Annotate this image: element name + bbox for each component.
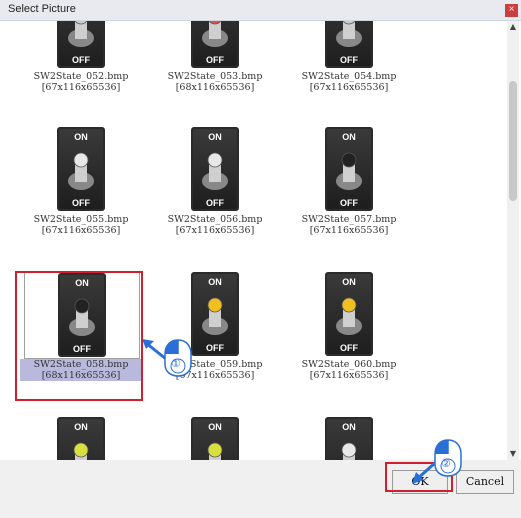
file-name: SW2State_060.bmp <box>301 359 397 370</box>
on-label: ON <box>342 422 356 432</box>
picture-caption: SW2State_057.bmp [67x116x65536] <box>288 214 410 236</box>
switch-thumbnail: OFF <box>24 21 138 69</box>
on-label: ON <box>74 132 88 142</box>
toggle-switch-icon: ON <box>57 417 105 460</box>
file-dimensions: [67x116x65536] <box>309 82 389 93</box>
off-label: OFF <box>340 343 358 353</box>
switch-thumbnail: ON OFF <box>292 126 406 212</box>
off-label: OFF <box>340 55 358 65</box>
scroll-up-icon[interactable]: ▲ <box>507 21 519 33</box>
file-name: SW2State_057.bmp <box>301 214 397 225</box>
on-label: ON <box>342 132 356 142</box>
toggle-switch-icon: ON OFF <box>57 127 105 211</box>
picture-caption: SW2State_056.bmp [67x116x65536] <box>154 214 276 236</box>
switch-thumbnail: ON <box>24 416 138 460</box>
file-dimensions: [68x116x65536] <box>175 82 255 93</box>
title-bar: Select Picture × <box>0 0 521 21</box>
file-dimensions: [67x116x65536] <box>175 225 255 236</box>
toggle-switch-icon: OFF <box>191 21 239 68</box>
step1-label: ① <box>171 357 181 370</box>
toggle-switch-icon: ON <box>191 417 239 460</box>
picture-caption: SW2State_060.bmp [67x116x65536] <box>288 359 410 381</box>
toggle-switch-icon: ON <box>325 417 373 460</box>
file-name: SW2State_053.bmp <box>167 71 263 82</box>
toggle-switch-icon: ON OFF <box>325 272 373 356</box>
switch-thumbnail: ON <box>292 416 406 460</box>
file-dimensions: [67x116x65536] <box>309 370 389 381</box>
cancel-button[interactable]: Cancel <box>456 470 514 494</box>
on-label: ON <box>208 422 222 432</box>
file-dimensions: [67x116x65536] <box>41 82 121 93</box>
window-title: Select Picture <box>8 3 76 15</box>
picture-caption: SW2State_053.bmp [68x116x65536] <box>154 71 276 93</box>
on-label: ON <box>342 277 356 287</box>
scroll-down-icon[interactable]: ▼ <box>507 448 519 460</box>
toggle-switch-icon: OFF <box>57 21 105 68</box>
on-label: ON <box>208 132 222 142</box>
file-name: SW2State_052.bmp <box>33 71 129 82</box>
off-label: OFF <box>206 343 224 353</box>
toggle-switch-icon: ON OFF <box>191 127 239 211</box>
scroll-thumb[interactable] <box>509 81 517 201</box>
switch-thumbnail: ON <box>158 416 272 460</box>
picture-caption: SW2State_052.bmp [67x116x65536] <box>20 71 142 93</box>
switch-thumbnail: ON OFF <box>24 126 138 212</box>
switch-thumbnail: ON OFF <box>292 271 406 357</box>
off-label: OFF <box>206 198 224 208</box>
vertical-scrollbar[interactable]: ▲ ▼ <box>507 21 519 460</box>
on-label: ON <box>74 422 88 432</box>
file-name: SW2State_056.bmp <box>167 214 263 225</box>
off-label: OFF <box>72 55 90 65</box>
off-label: OFF <box>206 55 224 65</box>
step2-label: ② <box>441 457 451 470</box>
toggle-switch-icon: OFF <box>325 21 373 68</box>
switch-thumbnail: OFF <box>158 21 272 69</box>
off-label: OFF <box>72 198 90 208</box>
on-label: ON <box>208 277 222 287</box>
file-dimensions: [67x116x65536] <box>309 225 389 236</box>
file-dimensions: [67x116x65536] <box>41 225 121 236</box>
picture-caption: SW2State_054.bmp [67x116x65536] <box>288 71 410 93</box>
toggle-switch-icon: ON OFF <box>325 127 373 211</box>
close-button[interactable]: × <box>505 4 518 17</box>
file-name: SW2State_055.bmp <box>33 214 129 225</box>
switch-thumbnail: ON OFF <box>158 126 272 212</box>
selection-highlight-box <box>15 271 143 401</box>
file-name: SW2State_054.bmp <box>301 71 397 82</box>
switch-thumbnail: OFF <box>292 21 406 69</box>
picture-caption: SW2State_055.bmp [67x116x65536] <box>20 214 142 236</box>
off-label: OFF <box>340 198 358 208</box>
